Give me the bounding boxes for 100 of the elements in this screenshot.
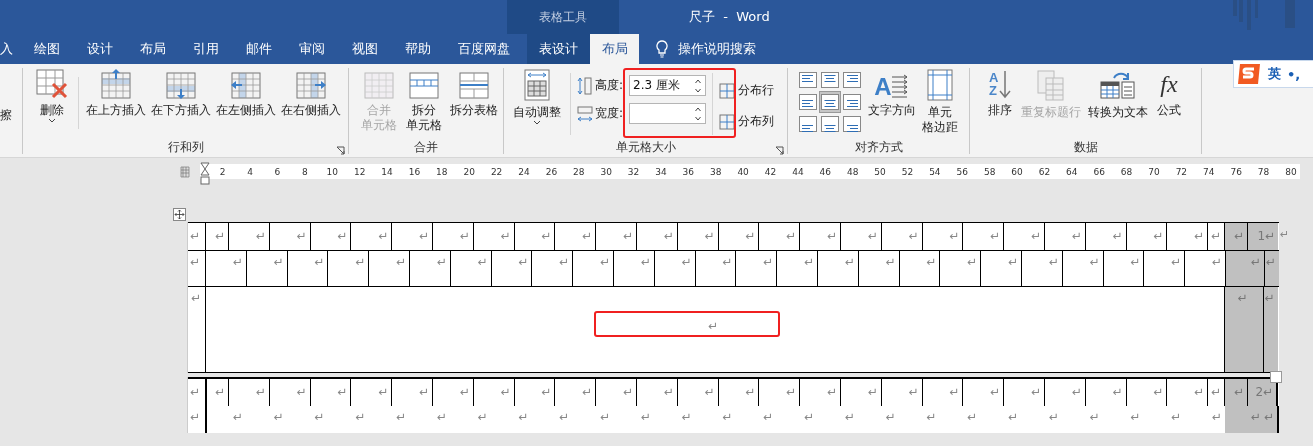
paragraph-mark: ↵ (1280, 228, 1290, 241)
table-cell: ↵ (391, 223, 432, 250)
table-cell: ↵ (572, 251, 613, 286)
paragraph-mark: ↵ (966, 409, 979, 426)
table-cell: ↵ (1166, 223, 1208, 250)
table-cell: ↵ (758, 379, 800, 406)
height-label: 高度: (595, 77, 625, 94)
table-cell: ↵ (839, 223, 881, 250)
ruler-number: 42 (763, 166, 778, 177)
ruler-number: 40 (736, 166, 750, 177)
paragraph-mark: ↵ (205, 406, 246, 433)
ribbon-tab[interactable]: 引用 (179, 34, 233, 64)
alignment-button[interactable] (797, 91, 819, 113)
ruler-number: 26 (544, 166, 559, 177)
ribbon-tab[interactable]: 邮件 (232, 34, 286, 64)
data-button[interactable]: 转换为文本 (1086, 69, 1150, 120)
distribute-icon (719, 82, 735, 99)
paragraph-mark: ↵ (639, 409, 652, 426)
cell-margins-button[interactable]: 单元 格边距 (919, 69, 961, 135)
input-method-logo-icon (1236, 62, 1262, 86)
ruler-number: 22 (489, 166, 504, 177)
ribbon-tab[interactable]: 入 (0, 34, 21, 64)
alignment-icon (821, 116, 839, 132)
table-move-handle-icon[interactable] (173, 208, 186, 221)
cell-margins-icon (927, 69, 953, 101)
column-marker-icon (180, 166, 190, 178)
data-button[interactable]: fx 公式 (1154, 69, 1184, 118)
ribbon-tab[interactable]: 百度网盘 (444, 34, 524, 64)
paragraph-mark: ↵ (925, 409, 938, 426)
data-button[interactable]: A Z 排序 (984, 69, 1016, 118)
eraser-button[interactable]: 擦 (0, 107, 12, 124)
height-field[interactable]: 2.3 厘米 (629, 75, 706, 96)
alignment-button[interactable] (819, 69, 841, 91)
insert-button[interactable]: 在下方插入 (151, 69, 211, 118)
alignment-button[interactable] (797, 69, 819, 91)
search-field[interactable]: 操作说明搜索 (678, 34, 756, 64)
alignment-button[interactable] (841, 91, 863, 113)
table-cell: ↵ (472, 379, 514, 406)
alignment-button[interactable] (819, 91, 841, 113)
paragraph-mark: ↵ (721, 409, 734, 426)
paragraph-mark: ↵ (1170, 409, 1183, 426)
paragraph-mark: ↵ (802, 409, 815, 426)
ribbon-tab[interactable]: 布局 (126, 34, 180, 64)
ribbon-tab[interactable]: 表设计 (527, 34, 590, 64)
distribute-button[interactable]: 分布行 (719, 82, 774, 99)
contextual-group-label: 表格工具 (507, 0, 619, 34)
ribbon-tab[interactable]: 视图 (338, 34, 392, 64)
ruler-number: 24 (517, 166, 531, 177)
table-cell: ↵ (228, 223, 269, 250)
indent-marker-icon[interactable] (200, 162, 210, 186)
table-cell: ↵ (1184, 251, 1225, 286)
table-cell: ↵ (595, 223, 636, 250)
paragraph-mark: ↵ (394, 409, 407, 426)
width-label: 宽度: (595, 105, 625, 122)
paragraph-mark: ↵ (1006, 409, 1019, 426)
ribbon-tab[interactable]: 绘图 (20, 34, 74, 64)
paragraph-mark: ↵ (598, 409, 611, 426)
distribute-button[interactable]: 分布列 (719, 113, 774, 130)
table-delete-icon (36, 69, 68, 99)
delete-button[interactable]: 删除 (33, 69, 71, 124)
table-resize-handle[interactable] (1270, 371, 1282, 383)
table-cell: ↵ (857, 251, 899, 286)
merge-split-button[interactable]: 拆分 单元格 (404, 69, 444, 133)
table-cell: ↵ (799, 379, 840, 406)
table-cell: ↵ (554, 379, 596, 406)
ribbon-tab[interactable]: 审阅 (285, 34, 339, 64)
paragraph-mark: ↵ (435, 409, 448, 426)
ruler-number: 8 (301, 166, 309, 177)
paragraph-mark: ↵ (1129, 409, 1142, 426)
table-cell: ↵ (653, 251, 695, 286)
ruler-number: 18 (435, 166, 449, 177)
table-cell: ↵ (921, 223, 963, 250)
ribbon-tab[interactable]: 帮助 (391, 34, 445, 64)
alignment-button[interactable] (797, 113, 819, 135)
table-cell: ↵ (205, 223, 228, 250)
ruler-number: 60 (1010, 166, 1024, 177)
group-label: 行和列 (166, 140, 205, 154)
ruler-number: 64 (1065, 166, 1079, 177)
lightbulb-icon[interactable] (656, 40, 668, 58)
table-cell: ↵ (717, 223, 759, 250)
paragraph-mark: ↵ (189, 384, 202, 401)
text-direction-button[interactable]: A 文字方向 (865, 69, 919, 118)
ribbon-tab[interactable]: 布局 (590, 34, 639, 64)
dialog-launcher-icon[interactable] (336, 146, 345, 155)
alignment-icon (799, 72, 817, 88)
width-field[interactable] (629, 103, 706, 124)
insert-button[interactable]: 在上方插入 (86, 69, 146, 118)
input-method-bar[interactable]: 英 •, (1233, 60, 1313, 88)
ribbon-tab[interactable]: 设计 (73, 34, 127, 64)
insert-button[interactable]: 在右侧插入 (281, 69, 341, 118)
table-cell: ↵ (309, 379, 351, 406)
alignment-button[interactable] (841, 69, 863, 91)
insert-button[interactable]: 在左侧插入 (216, 69, 276, 118)
alignment-button[interactable] (841, 113, 863, 135)
paragraph-mark: ↵ (189, 254, 202, 271)
merge-split-button[interactable]: 拆分表格 (449, 69, 499, 118)
dialog-launcher-icon[interactable] (775, 146, 784, 155)
autofit-button[interactable]: 自动调整 (510, 69, 564, 126)
group-label: 合并 (413, 140, 439, 154)
alignment-button[interactable] (819, 113, 841, 135)
